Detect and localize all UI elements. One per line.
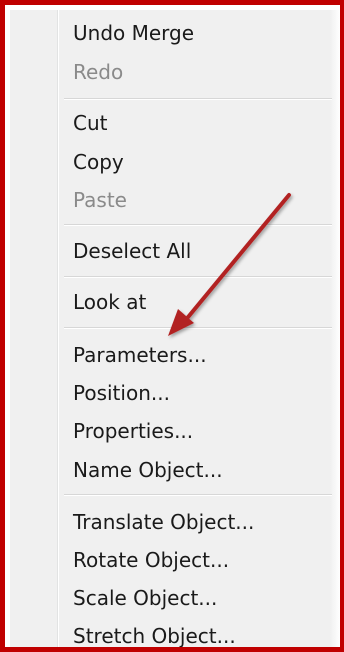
menu-item-properties[interactable]: Properties... — [73, 416, 193, 446]
menu-separator — [64, 224, 332, 226]
menu-item-parameters[interactable]: Parameters... — [73, 340, 207, 370]
menu-item-stretch-object[interactable]: Stretch Object... — [73, 621, 236, 647]
menu-separator — [64, 327, 332, 329]
menu-item-scale-object[interactable]: Scale Object... — [73, 583, 217, 613]
menu-separator — [64, 98, 332, 100]
context-menu: Undo Merge Redo Cut Copy Paste Deselect … — [10, 10, 340, 647]
menu-item-name-object[interactable]: Name Object... — [73, 455, 223, 485]
screenshot-frame: Undo Merge Redo Cut Copy Paste Deselect … — [0, 0, 344, 652]
menu-item-position[interactable]: Position... — [73, 378, 170, 408]
menu-separator — [64, 494, 332, 496]
menu-item-deselect-all[interactable]: Deselect All — [73, 236, 191, 266]
menu-item-copy[interactable]: Copy — [73, 147, 124, 177]
menu-item-paste: Paste — [73, 188, 127, 212]
menu-item-undo-merge[interactable]: Undo Merge — [73, 18, 194, 48]
menu-icon-gutter — [57, 10, 59, 647]
menu-item-look-at[interactable]: Look at — [73, 287, 146, 317]
menu-item-translate-object[interactable]: Translate Object... — [73, 507, 254, 537]
menu-separator — [64, 276, 332, 278]
menu-item-redo: Redo — [73, 60, 124, 84]
menu-right-edge — [330, 10, 340, 647]
menu-item-cut[interactable]: Cut — [73, 108, 107, 138]
menu-item-rotate-object[interactable]: Rotate Object... — [73, 545, 229, 575]
